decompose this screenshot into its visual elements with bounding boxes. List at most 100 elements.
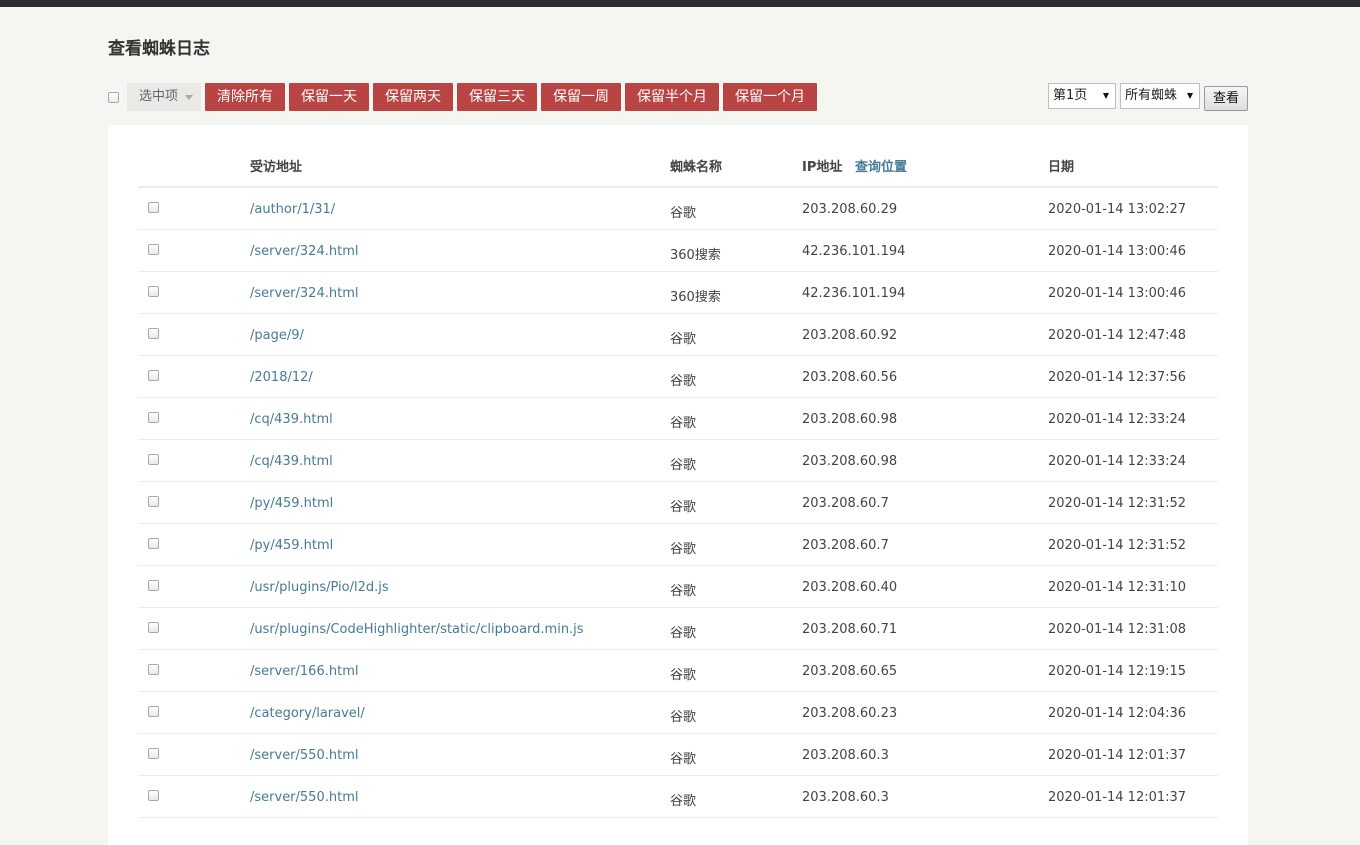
visit-date: 2020-01-14 12:33:24 xyxy=(1048,454,1187,469)
spider-name: 谷歌 xyxy=(670,626,697,641)
page-title: 查看蜘蛛日志 xyxy=(108,39,210,59)
keep-one-month-button[interactable]: 保留一个月 xyxy=(723,83,817,111)
select-all-checkbox[interactable] xyxy=(108,92,119,103)
ip-address: 203.208.60.23 xyxy=(802,706,898,721)
spider-name: 360搜索 xyxy=(670,248,721,263)
visit-date: 2020-01-14 12:31:08 xyxy=(1048,622,1187,637)
table-row: /server/324.html 360搜索 42.236.101.194 2020-… xyxy=(138,230,1218,272)
spider-name: 360搜索 xyxy=(670,290,721,305)
row-checkbox[interactable] xyxy=(148,580,159,591)
query-location-link[interactable]: 查询位置 xyxy=(855,156,907,175)
url-link[interactable]: /2018/12/ xyxy=(250,370,313,385)
log-panel: 受访地址 蜘蛛名称 IP地址 查询位置 日期 /author/1/31/谷歌 20… xyxy=(108,125,1248,845)
url-link[interactable]: /py/459.html xyxy=(250,538,333,553)
ip-address: 203.208.60.65 xyxy=(802,664,898,679)
url-link[interactable]: /server/166.html xyxy=(250,664,358,679)
row-checkbox[interactable] xyxy=(148,496,159,507)
header-url: 受访地址 xyxy=(250,160,303,175)
table-row: /usr/plugins/Pio/l2d.js 谷歌 203.208.60.40 20… xyxy=(138,566,1218,608)
table-header: 受访地址 蜘蛛名称 IP地址 查询位置 日期 xyxy=(138,145,1218,188)
ip-address: 42.236.101.194 xyxy=(802,244,906,259)
ip-address: 42.236.101.194 xyxy=(802,286,906,301)
visit-date: 2020-01-14 13:02:27 xyxy=(1048,202,1187,217)
url-link[interactable]: /category/laravel/ xyxy=(250,706,365,721)
spider-name: 谷歌 xyxy=(670,752,697,767)
ip-address: 203.208.60.7 xyxy=(802,538,889,553)
visit-date: 2020-01-14 12:37:56 xyxy=(1048,370,1187,385)
table-row: /py/459.html 谷歌 203.208.60.7 2020-01-14 12:… xyxy=(138,482,1218,524)
url-link[interactable]: /server/324.html xyxy=(250,244,358,259)
row-checkbox[interactable] xyxy=(148,748,159,759)
visit-date: 2020-01-14 12:31:52 xyxy=(1048,496,1187,511)
visit-date: 2020-01-14 12:04:36 xyxy=(1048,706,1187,721)
url-link[interactable]: /cq/439.html xyxy=(250,412,333,427)
row-checkbox[interactable] xyxy=(148,370,159,381)
url-link[interactable]: /server/550.html xyxy=(250,748,358,763)
keep-two-days-button[interactable]: 保留两天 xyxy=(373,83,453,111)
row-checkbox[interactable] xyxy=(148,412,159,423)
top-bar xyxy=(0,0,1360,7)
row-checkbox[interactable] xyxy=(148,706,159,717)
row-checkbox[interactable] xyxy=(148,202,159,213)
spider-name: 谷歌 xyxy=(670,206,697,221)
visit-date: 2020-01-14 12:19:15 xyxy=(1048,664,1187,679)
selected-items-label: 选中项 xyxy=(139,89,179,104)
page-select[interactable]: 第1页 xyxy=(1048,83,1116,109)
visit-date: 2020-01-14 13:00:46 xyxy=(1048,244,1187,259)
url-link[interactable]: /author/1/31/ xyxy=(250,202,335,217)
row-checkbox[interactable] xyxy=(148,622,159,633)
url-link[interactable]: /page/9/ xyxy=(250,328,304,343)
table-row: /server/550.html 谷歌 203.208.60.3 2020-01-14… xyxy=(138,776,1218,818)
visit-date: 2020-01-14 13:00:46 xyxy=(1048,286,1187,301)
dropdown-arrow-icon xyxy=(1187,93,1193,99)
table-row: /cq/439.html 谷歌 203.208.60.98 2020-01-14 12… xyxy=(138,440,1218,482)
ip-address: 203.208.60.92 xyxy=(802,328,898,343)
header-date: 日期 xyxy=(1048,160,1075,175)
table-row: /author/1/31/谷歌 203.208.60.29 2020-01-14 1… xyxy=(138,188,1218,230)
ip-address: 203.208.60.40 xyxy=(802,580,898,595)
url-link[interactable]: /usr/plugins/CodeHighlighter/static/clip… xyxy=(250,622,584,637)
spider-name: 谷歌 xyxy=(670,458,697,473)
ip-address: 203.208.60.29 xyxy=(802,202,898,217)
url-link[interactable]: /py/459.html xyxy=(250,496,333,511)
visit-date: 2020-01-14 12:31:10 xyxy=(1048,580,1187,595)
keep-half-month-button[interactable]: 保留半个月 xyxy=(625,83,719,111)
header-spider: 蜘蛛名称 xyxy=(670,160,723,175)
keep-three-days-button[interactable]: 保留三天 xyxy=(457,83,537,111)
url-link[interactable]: /usr/plugins/Pio/l2d.js xyxy=(250,580,389,595)
keep-one-week-button[interactable]: 保留一周 xyxy=(541,83,621,111)
ip-address: 203.208.60.98 xyxy=(802,412,898,427)
url-link[interactable]: /cq/439.html xyxy=(250,454,333,469)
spider-name: 谷歌 xyxy=(670,794,697,809)
row-checkbox[interactable] xyxy=(148,790,159,801)
spider-select[interactable]: 所有蜘蛛 xyxy=(1120,83,1200,109)
table-row: /py/459.html 谷歌 203.208.60.7 2020-01-14 12:… xyxy=(138,524,1218,566)
table-row: /cq/439.html 谷歌 203.208.60.98 2020-01-14 12… xyxy=(138,398,1218,440)
spider-select-value: 所有蜘蛛 xyxy=(1125,88,1178,103)
keep-one-day-button[interactable]: 保留一天 xyxy=(289,83,369,111)
spider-name: 谷歌 xyxy=(670,710,697,725)
visit-date: 2020-01-14 12:01:37 xyxy=(1048,748,1187,763)
selected-items-dropdown[interactable]: 选中项 xyxy=(127,83,201,111)
ip-address: 203.208.60.7 xyxy=(802,496,889,511)
table-row: /usr/plugins/CodeHighlighter/static/clip… xyxy=(138,608,1218,650)
visit-date: 2020-01-14 12:33:24 xyxy=(1048,412,1187,427)
ip-address: 203.208.60.3 xyxy=(802,790,889,805)
url-link[interactable]: /server/550.html xyxy=(250,790,358,805)
row-checkbox[interactable] xyxy=(148,538,159,549)
row-checkbox[interactable] xyxy=(148,244,159,255)
visit-date: 2020-01-14 12:01:37 xyxy=(1048,790,1187,805)
clear-all-button[interactable]: 清除所有 xyxy=(205,83,285,111)
spider-name: 谷歌 xyxy=(670,500,697,515)
page-select-value: 第1页 xyxy=(1053,88,1088,103)
row-checkbox[interactable] xyxy=(148,328,159,339)
url-link[interactable]: /server/324.html xyxy=(250,286,358,301)
row-checkbox[interactable] xyxy=(148,454,159,465)
ip-address: 203.208.60.56 xyxy=(802,370,898,385)
row-checkbox[interactable] xyxy=(148,286,159,297)
spider-log-table: 受访地址 蜘蛛名称 IP地址 查询位置 日期 /author/1/31/谷歌 20… xyxy=(138,145,1218,818)
ip-address: 203.208.60.98 xyxy=(802,454,898,469)
spider-name: 谷歌 xyxy=(670,542,697,557)
row-checkbox[interactable] xyxy=(148,664,159,675)
view-button[interactable]: 查看 xyxy=(1204,86,1248,111)
